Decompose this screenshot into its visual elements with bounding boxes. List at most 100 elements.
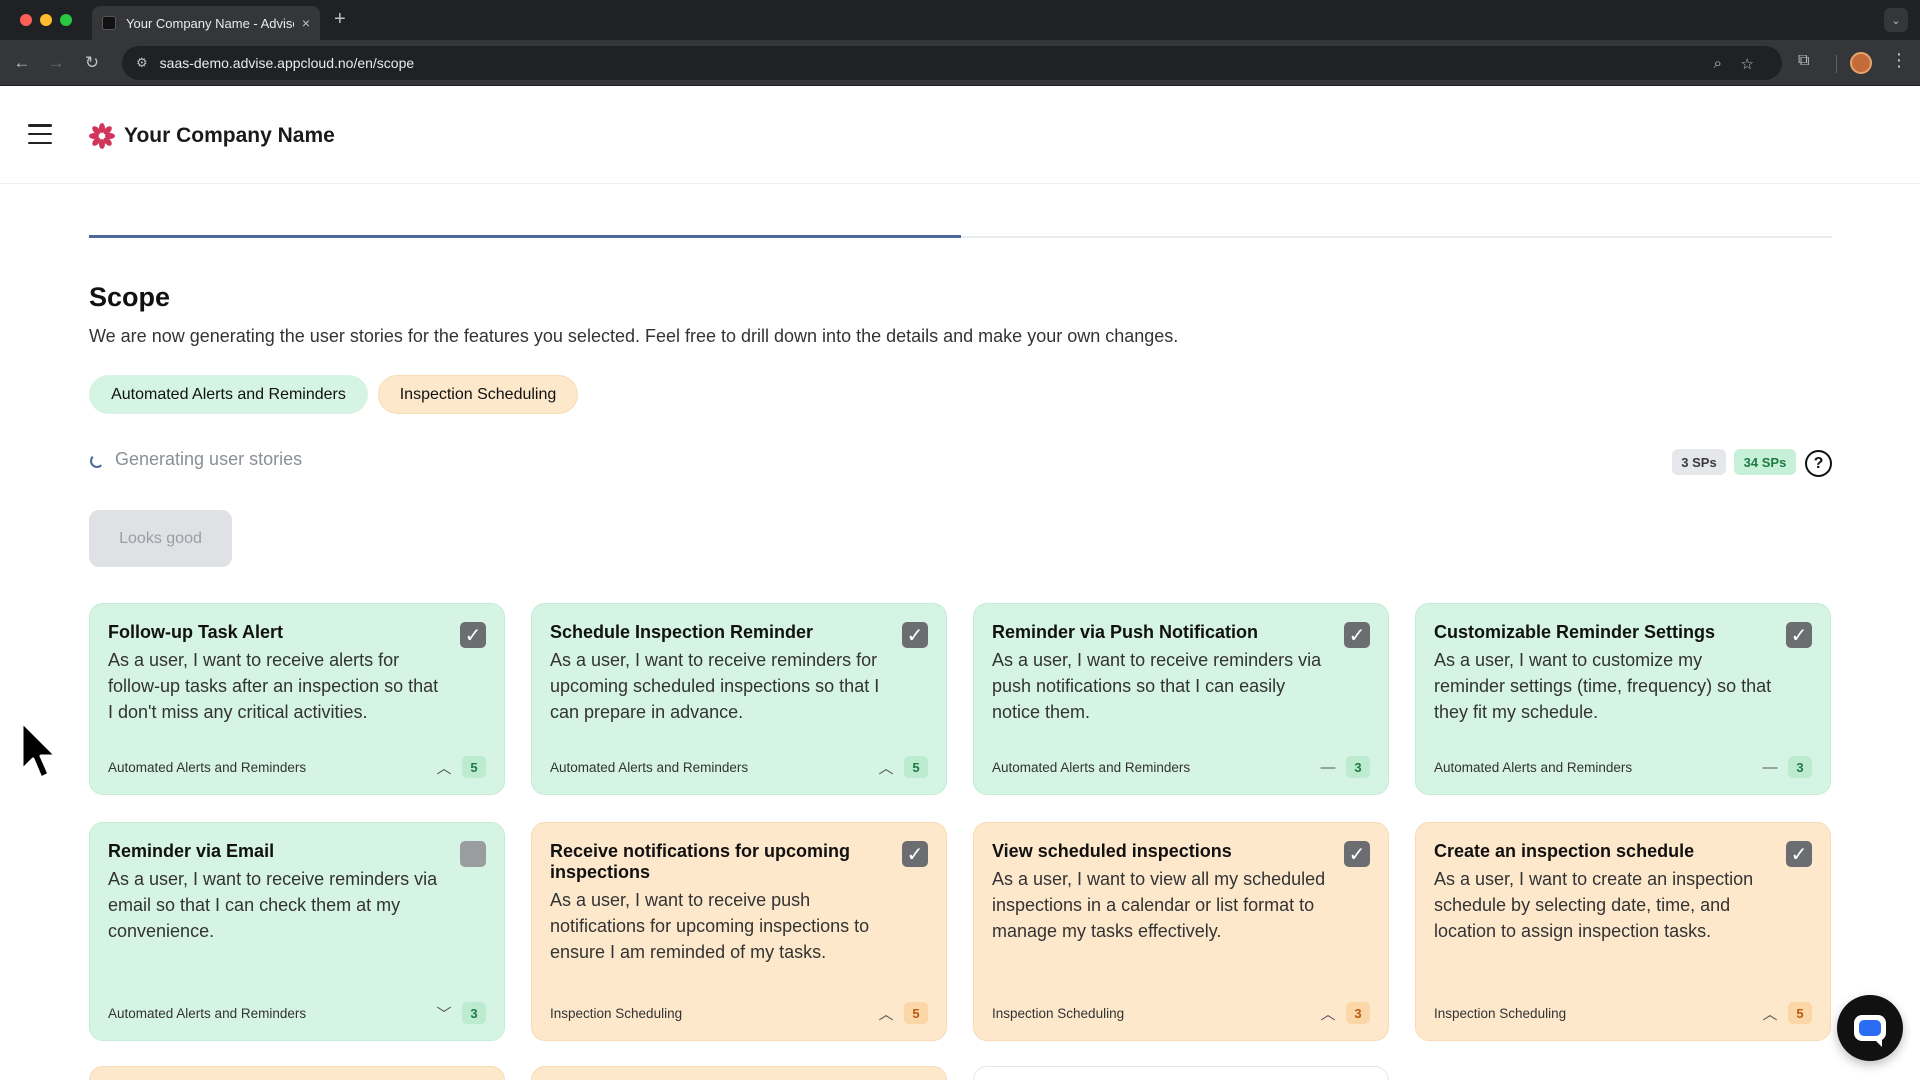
generating-status-text: Generating user stories [115, 449, 303, 469]
progress-bar-fill [89, 235, 961, 238]
story-select-checkbox[interactable]: ✓ [902, 841, 928, 867]
tab-close-icon[interactable]: × [302, 15, 310, 31]
url-text[interactable]: saas-demo.advise.appcloud.no/en/scope [160, 55, 415, 71]
story-card-body: As a user, I want to receive alerts for … [108, 650, 439, 722]
story-points-badge: 5 [462, 756, 486, 778]
chat-bubble-icon [1854, 1015, 1886, 1047]
story-points-badge-grey: 3 SPs [1672, 449, 1726, 475]
story-select-checkbox[interactable]: ✓ [1344, 622, 1370, 648]
story-card-title: Reminder via Email [108, 841, 275, 861]
story-card[interactable]: Receive notifications for upcoming inspe… [531, 822, 947, 1041]
profile-avatar[interactable] [1850, 52, 1872, 74]
priority-dash-icon[interactable]: — [1762, 759, 1778, 776]
loading-spinner-icon [90, 454, 104, 468]
address-bar[interactable]: ⚙ saas-demo.advise.appcloud.no/en/scope … [122, 46, 1782, 80]
story-points-badge: 3 [1346, 1002, 1370, 1024]
back-arrow-icon[interactable]: ← [10, 51, 34, 75]
story-card-footer: Automated Alerts and Reminders ︿ 5 [108, 756, 486, 778]
story-card-partial[interactable] [89, 1066, 505, 1080]
feature-chip-alerts[interactable]: Automated Alerts and Reminders [89, 375, 368, 414]
bookmark-star-icon[interactable]: ☆ [1741, 55, 1754, 73]
story-feature-tag: Automated Alerts and Reminders [992, 759, 1191, 775]
story-card[interactable]: Reminder via Push Notification As a user… [973, 603, 1389, 795]
story-card[interactable]: View scheduled inspections As a user, I … [973, 822, 1389, 1041]
story-points-badge: 3 [1788, 756, 1812, 778]
browser-menu-icon[interactable]: ⋮ [1890, 50, 1908, 71]
story-card-title: View scheduled inspections [992, 841, 1232, 861]
zoom-icon[interactable]: ⌕ [1714, 55, 1722, 72]
hamburger-menu-icon[interactable] [28, 124, 52, 144]
story-card-title: Schedule Inspection Reminder [550, 622, 814, 642]
story-card-body: As a user, I want to view all my schedul… [992, 869, 1326, 941]
story-select-checkbox[interactable]: ✓ [902, 622, 928, 648]
story-select-checkbox[interactable]: ✓ [460, 841, 486, 867]
story-select-checkbox[interactable]: ✓ [1344, 841, 1370, 867]
story-points-badge: 3 [1346, 756, 1370, 778]
window-zoom-button[interactable] [60, 14, 72, 26]
story-card[interactable]: Reminder via Email As a user, I want to … [89, 822, 505, 1041]
story-feature-tag: Automated Alerts and Reminders [1434, 759, 1633, 775]
story-points-badge: 5 [904, 1002, 928, 1024]
story-card[interactable]: Follow-up Task Alert As a user, I want t… [89, 603, 505, 795]
story-card-footer: Automated Alerts and Reminders — 3 [992, 756, 1370, 778]
priority-dash-icon[interactable]: — [1320, 759, 1336, 776]
story-points-badge: 5 [1788, 1002, 1812, 1024]
priority-chevron-up-icon[interactable]: ︿ [1320, 1003, 1336, 1024]
story-feature-tag: Automated Alerts and Reminders [108, 759, 307, 775]
window-close-button[interactable] [20, 14, 32, 26]
story-card-title: Create an inspection schedule [1434, 841, 1695, 861]
reload-icon[interactable]: ↻ [80, 51, 104, 75]
priority-chevron-up-icon[interactable]: ︿ [878, 1003, 894, 1024]
priority-chevron-down-icon[interactable]: ﹀ [436, 1003, 452, 1024]
story-card[interactable]: Create an inspection schedule As a user,… [1415, 822, 1831, 1041]
chat-launcher-button[interactable] [1837, 995, 1903, 1061]
tab-search-button[interactable]: ⌄ [1884, 8, 1908, 32]
story-card[interactable]: Schedule Inspection Reminder As a user, … [531, 603, 947, 795]
app-header: Your Company Name [0, 86, 1920, 184]
tab-title: Your Company Name - Advise [126, 15, 294, 31]
company-logo-icon [89, 123, 115, 149]
story-points-badge: 5 [904, 756, 928, 778]
window-minimize-button[interactable] [40, 14, 52, 26]
story-card-footer: Inspection Scheduling ︿ 3 [992, 1002, 1370, 1024]
story-points-badge-green: 34 SPs [1734, 449, 1796, 475]
story-card[interactable]: Customizable Reminder Settings As a user… [1415, 603, 1831, 795]
progress-bar [89, 235, 1832, 238]
priority-chevron-up-icon[interactable]: ︿ [1762, 1003, 1778, 1024]
priority-chevron-up-icon[interactable]: ︿ [436, 757, 452, 778]
story-card-title: Reminder via Push Notification [992, 622, 1259, 642]
forward-arrow-icon[interactable]: → [44, 51, 68, 75]
browser-tab[interactable]: Your Company Name - Advise × [92, 6, 320, 40]
extensions-puzzle-icon[interactable]: ⧉ [1798, 52, 1809, 70]
priority-chevron-up-icon[interactable]: ︿ [878, 757, 894, 778]
story-card-footer: Automated Alerts and Reminders ︿ 5 [550, 756, 928, 778]
help-question-icon[interactable]: ? [1805, 450, 1832, 477]
site-info-icon[interactable]: ⚙ [136, 55, 148, 71]
story-feature-tag: Automated Alerts and Reminders [550, 759, 749, 775]
browser-toolbar: ← → ↻ ⚙ saas-demo.advise.appcloud.no/en/… [0, 40, 1920, 86]
story-card-body: As a user, I want to customize my remind… [1434, 650, 1772, 722]
new-tab-button[interactable]: + [334, 8, 346, 31]
story-card-title: Customizable Reminder Settings [1434, 622, 1716, 642]
story-card-body: As a user, I want to receive reminders v… [108, 869, 438, 941]
story-card-partial[interactable] [531, 1066, 947, 1080]
company-name[interactable]: Your Company Name [124, 124, 335, 148]
story-select-checkbox[interactable]: ✓ [1786, 841, 1812, 867]
story-card-body: As a user, I want to receive push notifi… [550, 890, 870, 962]
feature-chip-scheduling[interactable]: Inspection Scheduling [378, 375, 578, 414]
story-select-checkbox[interactable]: ✓ [1786, 622, 1812, 648]
story-feature-tag: Inspection Scheduling [1434, 1005, 1567, 1021]
story-card-body: As a user, I want to create an inspectio… [1434, 869, 1754, 941]
favicon-icon [102, 16, 116, 30]
looks-good-button[interactable]: Looks good [89, 510, 232, 567]
page-title: Scope [89, 282, 171, 312]
story-select-checkbox[interactable]: ✓ [460, 622, 486, 648]
story-card-footer: Automated Alerts and Reminders — 3 [1434, 756, 1812, 778]
toolbar-divider [1836, 55, 1837, 73]
story-feature-tag: Automated Alerts and Reminders [108, 1005, 307, 1021]
story-card-title: Follow-up Task Alert [108, 622, 284, 642]
mouse-cursor-icon [20, 720, 58, 780]
story-feature-tag: Inspection Scheduling [992, 1005, 1125, 1021]
story-card-partial[interactable] [973, 1066, 1389, 1080]
story-card-footer: Inspection Scheduling ︿ 5 [550, 1002, 928, 1024]
